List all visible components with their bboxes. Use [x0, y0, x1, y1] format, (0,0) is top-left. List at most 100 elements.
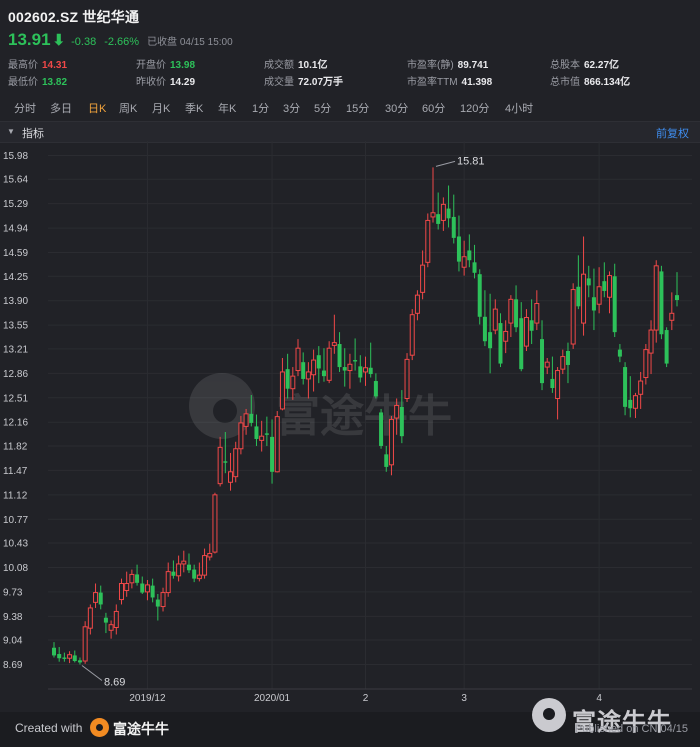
candle [436, 192, 441, 230]
y-tick-label: 14.94 [3, 224, 28, 235]
down-arrow-icon: ⬇ [52, 32, 66, 49]
x-tick-label: 3 [461, 693, 467, 704]
x-tick-label: 2020/01 [254, 693, 291, 704]
candle-body [632, 395, 638, 409]
candle [57, 647, 62, 662]
tab-period-active[interactable]: 日K [88, 100, 106, 116]
candle [632, 392, 638, 419]
candle-body [628, 399, 633, 409]
stat-total-shares: 总股本 62.27亿 [550, 60, 620, 71]
stat-prev-close: 昨收价 14.29 [136, 77, 196, 88]
candle-body [171, 571, 176, 576]
price-change-pct: -2.66% [104, 36, 140, 48]
candle-body [72, 655, 77, 662]
candle-body [643, 349, 649, 379]
brand-name: 富途牛牛 [113, 721, 169, 737]
candle-body [113, 610, 119, 628]
watermark-logo-icon [532, 698, 566, 732]
y-tick-label: 11.82 [3, 441, 28, 452]
tab-period[interactable]: 周K [119, 100, 137, 116]
candle-body [373, 381, 378, 397]
candle [379, 408, 384, 449]
candle [461, 240, 467, 276]
candle-body [67, 654, 73, 659]
market-status: 已收盘 04/15 15:00 [147, 37, 233, 48]
candle [321, 348, 326, 382]
candle [409, 309, 415, 361]
candle-body [326, 347, 332, 381]
tab-period[interactable]: 月K [152, 100, 170, 116]
candle [643, 344, 649, 385]
tab-period[interactable]: 1分 [252, 100, 269, 116]
candle [534, 290, 540, 331]
max-annotation-line [435, 160, 456, 167]
candle-body [388, 418, 394, 466]
tab-period[interactable]: 季K [185, 100, 203, 116]
candle-body [311, 359, 317, 376]
collapse-triangle-icon[interactable]: ▼ [7, 127, 15, 136]
y-tick-label: 13.90 [3, 296, 28, 307]
y-tick-label: 10.77 [3, 515, 28, 526]
watermark-text: 富途牛牛 [276, 391, 452, 442]
candlestick-chart: 富途牛牛 15.98 15.64 15.29 14.94 14.59 14.25 13.90… [3, 141, 692, 704]
quote-stats: 最高价 14.31 最低价 13.82 开盘价 13.98 昨收价 14.29 成交额 1… [0, 56, 700, 88]
candle-body [270, 436, 275, 472]
stat-low: 最低价 13.82 [8, 77, 68, 88]
candle [550, 356, 555, 393]
candle-body [529, 320, 534, 331]
min-annotation-label: 8.69 [104, 677, 125, 689]
candle-body [446, 208, 451, 219]
tab-period[interactable]: 30分 [385, 100, 408, 116]
tab-period[interactable]: 分时 [14, 100, 36, 116]
candle-body [93, 592, 99, 603]
indicator-button[interactable]: 指标 [22, 125, 44, 141]
candle-body [238, 422, 244, 450]
tab-period[interactable]: 15分 [346, 100, 369, 116]
candle [555, 367, 561, 420]
candle-body [467, 250, 472, 261]
tab-period[interactable]: 60分 [422, 100, 445, 116]
candle [176, 555, 182, 582]
candle-body [331, 342, 337, 346]
x-tick-label: 2 [363, 693, 369, 704]
tab-period[interactable]: 4小时 [505, 100, 533, 116]
candle [420, 250, 426, 300]
candle-body [596, 286, 602, 305]
candle-body [285, 369, 290, 389]
candle [388, 415, 394, 476]
candle [446, 185, 451, 228]
candle [607, 271, 613, 314]
tab-period[interactable]: 3分 [283, 100, 300, 116]
tab-period[interactable]: 5分 [314, 100, 331, 116]
candle-body [514, 299, 519, 328]
candle [160, 587, 166, 612]
candle [472, 244, 477, 279]
candle [113, 604, 119, 635]
candle [82, 621, 88, 664]
candle-body [62, 657, 67, 659]
stock-title: 002602.SZ 世纪华通 [8, 9, 140, 25]
candle [98, 585, 103, 610]
candle [140, 576, 145, 594]
candle-body [87, 607, 93, 629]
adjust-mode-link[interactable]: 前复权 [656, 125, 689, 141]
candle-body [420, 264, 426, 293]
candle [576, 255, 581, 310]
candle [404, 353, 410, 402]
candle [514, 285, 519, 333]
candle-body [160, 592, 166, 608]
candle [581, 236, 587, 336]
candle-body [212, 494, 218, 553]
candle-body [243, 413, 249, 427]
tab-period[interactable]: 120分 [460, 100, 489, 116]
candle-body [192, 569, 197, 579]
candle [233, 441, 239, 483]
y-tick-label: 8.69 [3, 660, 23, 671]
candle [368, 342, 373, 378]
tab-period[interactable]: 年K [218, 100, 236, 116]
candle-body [77, 660, 82, 663]
candle-body [186, 564, 191, 571]
tab-period[interactable]: 多日 [50, 100, 72, 116]
candle-body [321, 370, 326, 377]
candle [467, 234, 472, 268]
